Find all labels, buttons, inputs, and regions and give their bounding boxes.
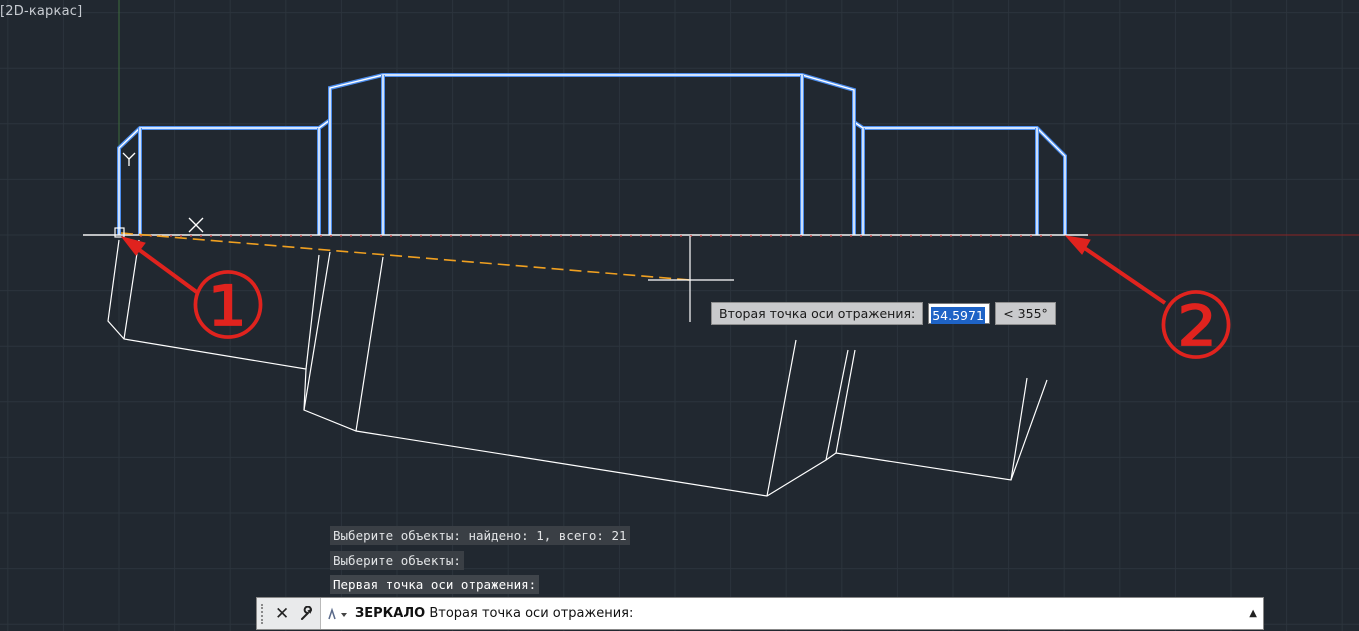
command-line[interactable]: ✕ ЗЕРКАЛО Вторая точка оси отражения: ▲ (256, 597, 1264, 630)
command-name: ЗЕРКАЛО (355, 606, 426, 621)
shaft-outline-selected[interactable] (117, 73, 1067, 235)
dynamic-input-prompt: Вторая точка оси отражения: (711, 302, 924, 325)
drag-handle[interactable] (261, 603, 267, 624)
command-history-line-2: Выберите объекты: (330, 551, 464, 570)
annotation-arrow-2 (1064, 235, 1167, 305)
viewport-visual-style-control[interactable]: [2D-каркас] (0, 4, 82, 19)
wrench-icon[interactable] (299, 605, 315, 622)
dynamic-input-length-field[interactable]: 54.5971 (928, 303, 991, 324)
close-icon[interactable]: ✕ (275, 604, 289, 624)
ucs-icon (122, 152, 204, 233)
command-history-line-3: Первая точка оси отражения: (330, 575, 540, 594)
dynamic-input-tooltip: Вторая точка оси отражения: 54.5971 < 35… (711, 302, 1056, 325)
viewport-label[interactable]: [2D-каркас] (0, 4, 82, 19)
annotation-marker-1: ① (187, 253, 269, 360)
scroll-up-icon[interactable]: ▲ (1249, 608, 1257, 619)
command-line-toolbar: ✕ (257, 598, 321, 629)
command-prompt-text: Вторая точка оси отражения: (429, 606, 634, 621)
command-input-text[interactable]: ЗЕРКАЛО Вторая точка оси отражения: (355, 606, 633, 621)
ucs-y-icon (122, 152, 136, 166)
command-prompt-icon[interactable] (327, 607, 349, 621)
drawing-canvas[interactable]: ① ② (0, 0, 1359, 631)
length-value[interactable]: 54.5971 (931, 307, 985, 324)
dynamic-input-angle-field[interactable]: < 355° (995, 302, 1056, 325)
ucs-x-icon (188, 217, 204, 233)
annotation-marker-2: ② (1155, 273, 1237, 380)
command-history-line-1: Выберите объекты: найдено: 1, всего: 21 (330, 526, 630, 545)
